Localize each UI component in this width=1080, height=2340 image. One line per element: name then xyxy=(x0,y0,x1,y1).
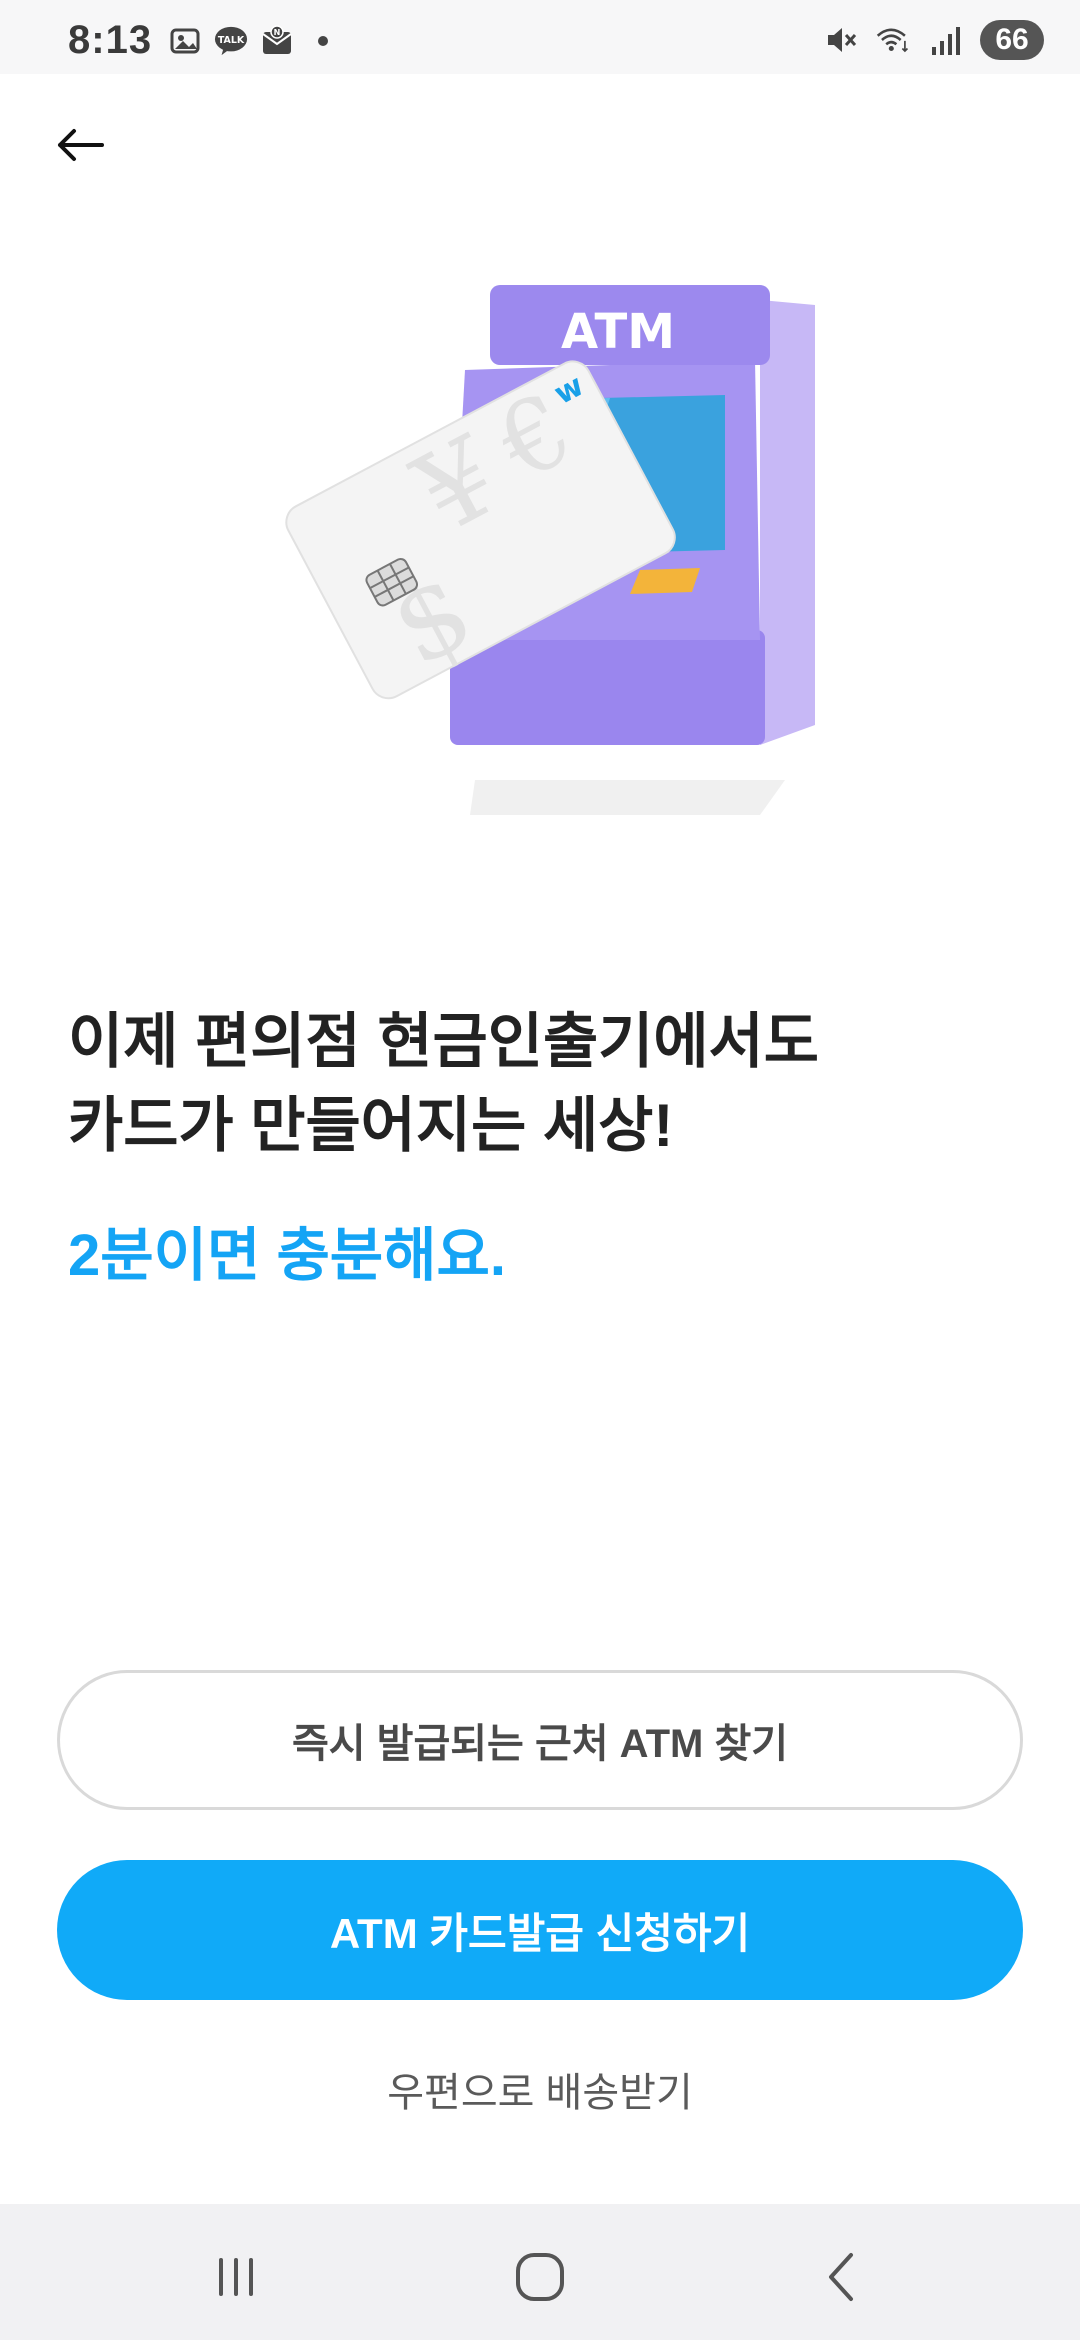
recent-apps-icon xyxy=(219,2258,253,2296)
apply-atm-card-label: ATM 카드발급 신청하기 xyxy=(329,1909,751,1957)
atm-label-text: ATM xyxy=(561,304,675,360)
find-nearby-atm-label: 즉시 발급되는 근처 ATM 찾기 xyxy=(291,1722,789,1766)
signal-icon xyxy=(928,23,962,57)
find-nearby-atm-button[interactable]: 즉시 발급되는 근처 ATM 찾기 xyxy=(57,1670,1023,1810)
status-icons-right: 66 xyxy=(824,20,1044,60)
back-button[interactable] xyxy=(50,120,110,170)
nav-back-button[interactable] xyxy=(802,2242,882,2312)
status-time: 8:13 xyxy=(68,18,153,62)
recent-apps-button[interactable] xyxy=(196,2242,276,2312)
status-icons-left: TALK N xyxy=(168,24,340,58)
home-button[interactable] xyxy=(500,2242,580,2312)
gallery-icon xyxy=(168,24,202,58)
nav-back-icon xyxy=(829,2253,853,2301)
mail-delivery-link[interactable]: 우편으로 배송받기 xyxy=(0,2060,1080,2118)
status-bar: 8:13 TALK N 66 xyxy=(0,0,1080,74)
wifi-icon xyxy=(876,23,910,57)
apply-atm-card-button[interactable]: ATM 카드발급 신청하기 xyxy=(57,1860,1023,2000)
subline: 2분이면 충분해요. xyxy=(68,1223,507,1288)
headline: 이제 편의점 현금인출기에서도 카드가 만들어지는 세상! xyxy=(68,1000,1028,1168)
battery-indicator: 66 xyxy=(980,20,1044,60)
svg-text:TALK: TALK xyxy=(218,35,245,46)
home-icon xyxy=(516,2253,564,2301)
headline-line1: 이제 편의점 현금인출기에서도 xyxy=(68,1008,819,1075)
naver-mail-icon: N xyxy=(260,24,294,58)
dot-icon xyxy=(306,24,340,58)
back-arrow-icon xyxy=(58,129,104,161)
atm-card-illustration: ATM ¥ € $ w xyxy=(230,270,830,830)
headline-line2: 카드가 만들어지는 세상! xyxy=(68,1092,674,1159)
kakaotalk-icon: TALK xyxy=(214,24,248,58)
svg-text:N: N xyxy=(274,28,281,37)
mute-icon xyxy=(824,23,858,57)
system-nav-bar xyxy=(0,2204,1080,2340)
